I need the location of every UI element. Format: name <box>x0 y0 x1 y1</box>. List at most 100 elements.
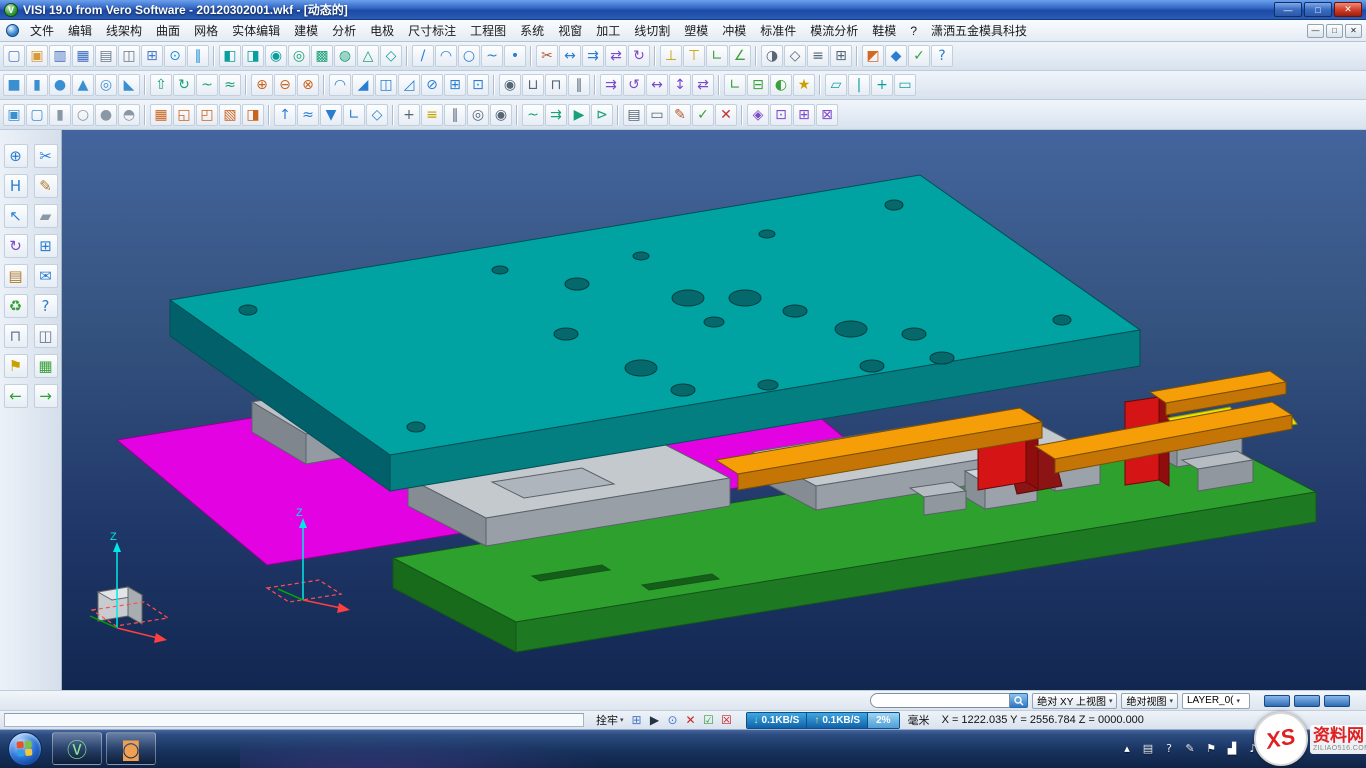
post-process-icon[interactable]: ⊳ <box>591 104 613 126</box>
pan-view-icon[interactable]: ↖ <box>4 204 28 228</box>
menu-item-5[interactable]: 实体编辑 <box>225 20 287 41</box>
zoom-window-icon[interactable]: ⊕ <box>4 144 28 168</box>
draft-surface-icon[interactable]: △ <box>357 45 379 67</box>
measure-distance-icon[interactable]: H <box>4 174 28 198</box>
extend-icon[interactable]: ↔ <box>559 45 581 67</box>
core-icon[interactable]: ◰ <box>196 104 218 126</box>
circle-icon[interactable]: ○ <box>458 45 480 67</box>
shell-icon[interactable]: ◫ <box>375 74 397 96</box>
electrode-holder-icon[interactable]: ⊤ <box>683 45 705 67</box>
lock-view-icon[interactable]: ⊓ <box>4 324 28 348</box>
delete-mode-icon[interactable]: ✕ <box>682 712 700 728</box>
delete-icon[interactable]: ✕ <box>715 104 737 126</box>
offset-icon[interactable]: ⇉ <box>582 45 604 67</box>
split-icon[interactable]: ⊘ <box>421 74 443 96</box>
render-icon[interactable]: ★ <box>793 74 815 96</box>
toolpath-icon[interactable]: ⇉ <box>545 104 567 126</box>
save-icon[interactable]: ▥ <box>49 45 71 67</box>
zoom-fit-icon[interactable]: ⊠ <box>816 104 838 126</box>
pin-icon[interactable]: ▮ <box>49 104 71 126</box>
boolean-intersect-icon[interactable]: ⊗ <box>297 74 319 96</box>
menu-item-3[interactable]: 曲面 <box>149 20 187 41</box>
menu-item-6[interactable]: 建模 <box>287 20 325 41</box>
plane-face-icon[interactable]: ◧ <box>219 45 241 67</box>
mirror-3d-icon[interactable]: ⇄ <box>692 74 714 96</box>
section-icon[interactable]: ⊟ <box>747 74 769 96</box>
revolve-icon[interactable]: ↻ <box>173 74 195 96</box>
boolean-subtract-icon[interactable]: ⊖ <box>274 74 296 96</box>
layer-combo[interactable]: LAYER_0(▾ <box>1182 693 1250 709</box>
menu-item-17[interactable]: 标准件 <box>753 20 803 41</box>
standard-parts-icon[interactable]: ◆ <box>885 45 907 67</box>
insert-block-icon[interactable]: ▧ <box>219 104 241 126</box>
previous-view-icon[interactable]: ← <box>4 384 28 408</box>
ring-icon[interactable]: ○ <box>72 104 94 126</box>
reject-box-icon[interactable]: ☒ <box>718 712 736 728</box>
annotation-icon[interactable]: ✎ <box>669 104 691 126</box>
menu-item-10[interactable]: 工程图 <box>463 20 513 41</box>
mold-base-icon[interactable]: ▦ <box>150 104 172 126</box>
visi-taskbar-button[interactable]: Ⓥ <box>52 732 102 765</box>
cooling-channel-icon[interactable]: ≈ <box>297 104 319 126</box>
next-view-icon[interactable]: → <box>34 384 58 408</box>
swept-surface-icon[interactable]: ◎ <box>288 45 310 67</box>
minimize-button[interactable]: — <box>1274 2 1302 17</box>
copy-icon[interactable]: ⊞ <box>141 45 163 67</box>
pause-icon[interactable]: ∥ <box>187 45 209 67</box>
help-tray-icon[interactable]: ? <box>1162 741 1176 757</box>
wireframe-view-icon[interactable]: ◇ <box>784 45 806 67</box>
flag-icon[interactable]: ⚑ <box>4 354 28 378</box>
net-surface-icon[interactable]: ▩ <box>311 45 333 67</box>
bush-icon[interactable]: ◎ <box>467 104 489 126</box>
copy-entity-icon[interactable]: ⊞ <box>34 234 58 258</box>
open-file-icon[interactable]: ▣ <box>26 45 48 67</box>
menu-item-14[interactable]: 线切割 <box>627 20 677 41</box>
menu-item-7[interactable]: 分析 <box>325 20 363 41</box>
scale-3d-icon[interactable]: ↕ <box>669 74 691 96</box>
menu-item-8[interactable]: 电极 <box>363 20 401 41</box>
spline-icon[interactable]: ~ <box>481 45 503 67</box>
menu-item-21[interactable]: 潇洒五金模具科技 <box>924 20 1034 41</box>
trim-icon[interactable]: ✂ <box>536 45 558 67</box>
draft-angle-icon[interactable]: ◿ <box>398 74 420 96</box>
export-image-icon[interactable]: ▦ <box>34 354 58 378</box>
clip-plane-icon[interactable]: ✂ <box>34 144 58 168</box>
point-icon[interactable]: • <box>504 45 526 67</box>
menu-item-13[interactable]: 加工 <box>589 20 627 41</box>
menu-item-0[interactable]: 文件 <box>23 20 61 41</box>
extrude-icon[interactable]: ⇧ <box>150 74 172 96</box>
close-button[interactable]: ✕ <box>1334 2 1362 17</box>
screw-icon[interactable]: + <box>398 104 420 126</box>
erase-icon[interactable]: ▰ <box>34 204 58 228</box>
window-tile-button[interactable] <box>1324 695 1350 707</box>
menu-item-1[interactable]: 编辑 <box>61 20 99 41</box>
cap-icon[interactable]: ◓ <box>118 104 140 126</box>
ruled-surface-icon[interactable]: ◨ <box>242 45 264 67</box>
blend-surface-icon[interactable]: ◇ <box>380 45 402 67</box>
thicken-icon[interactable]: ⊡ <box>467 74 489 96</box>
sketch-pencil-icon[interactable]: ✎ <box>34 174 58 198</box>
show-hidden-icons[interactable]: ▴ <box>1120 741 1134 757</box>
sprue-icon[interactable]: ▼ <box>320 104 342 126</box>
mdi-close-button[interactable]: ✕ <box>1345 24 1362 38</box>
action-center-flag-icon[interactable]: ⚑ <box>1204 741 1218 757</box>
absolute-view-combo[interactable]: 绝对视图▾ <box>1121 693 1178 709</box>
disc-icon[interactable]: ● <box>95 104 117 126</box>
boss-feature-icon[interactable]: ⊓ <box>545 74 567 96</box>
image-viewer-taskbar-button[interactable]: ◙ <box>106 732 156 765</box>
menu-item-16[interactable]: 冲模 <box>715 20 753 41</box>
search-button[interactable] <box>1010 693 1028 708</box>
bom-table-icon[interactable]: ▤ <box>623 104 645 126</box>
view-iso-icon[interactable]: ◈ <box>747 104 769 126</box>
menu-item-9[interactable]: 尺寸标注 <box>401 20 463 41</box>
revolved-surface-icon[interactable]: ◉ <box>265 45 287 67</box>
angle-dimension-icon[interactable]: ∠ <box>729 45 751 67</box>
menu-item-2[interactable]: 线架构 <box>99 20 149 41</box>
mirror-icon[interactable]: ⇄ <box>605 45 627 67</box>
center-snap-icon[interactable]: ⊙ <box>664 712 682 728</box>
boolean-union-icon[interactable]: ⊕ <box>251 74 273 96</box>
snap-grid-icon[interactable]: ⊞ <box>628 712 646 728</box>
pen-tray-icon[interactable]: ✎ <box>1183 741 1197 757</box>
view-orientation-combo[interactable]: 绝对 XY 上视图▾ <box>1032 693 1117 709</box>
shaded-view-icon[interactable]: ◑ <box>761 45 783 67</box>
